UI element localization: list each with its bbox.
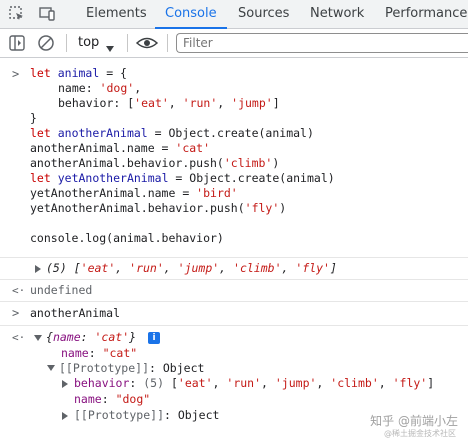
tab-sources[interactable]: Sources: [238, 0, 289, 29]
code-text: = Object.create(animal): [168, 171, 335, 185]
console-log-entry[interactable]: (5) ['eat', 'run', 'jump', 'climb', 'fly…: [0, 258, 468, 280]
string-literal: 'run': [182, 96, 218, 110]
console-result-entry: <· undefined: [0, 280, 468, 302]
console-panel: > let animal = { name: 'dog', behavior: …: [0, 58, 468, 442]
expand-arrow-icon[interactable]: [62, 412, 68, 420]
string-literal: 'fly': [244, 201, 280, 215]
tab-console[interactable]: Console: [155, 0, 227, 29]
result-prompt-icon: <·: [12, 284, 26, 297]
string-literal: 'eat': [134, 96, 169, 110]
collapse-arrow-icon[interactable]: [47, 365, 55, 371]
identifier: anotherAnimal: [57, 126, 148, 140]
code-line: yetAnotherAnimal.behavior.push('fly'): [30, 201, 287, 215]
console-input-entry: > anotherAnimal: [0, 302, 468, 326]
sidebar-toggle-icon[interactable]: [8, 34, 26, 52]
input-prompt-icon: >: [12, 306, 20, 320]
tab-elements[interactable]: Elements: [86, 0, 147, 29]
string-literal: 'cat': [175, 141, 211, 155]
clear-console-icon[interactable]: [37, 34, 55, 52]
input-prompt-icon: >: [12, 67, 20, 81]
collapse-arrow-icon[interactable]: [34, 335, 42, 341]
result-value: undefined: [30, 283, 93, 297]
code-line: }: [30, 111, 37, 125]
property-key: behavior: [58, 96, 114, 110]
code-line: let yetAnotherAnimal = Object.create(ani…: [30, 171, 335, 186]
watermark-sub: @稀土掘金技术社区: [384, 429, 456, 438]
code-line: let anotherAnimal = Object.create(animal…: [30, 126, 314, 141]
filter-input[interactable]: [176, 33, 468, 53]
code-text: anotherAnimal.name =: [30, 141, 176, 155]
code-line: anotherAnimal.behavior.push('climb'): [30, 156, 280, 170]
inspect-element-icon[interactable]: [8, 5, 26, 23]
code-line: console.log(animal.behavior): [30, 231, 224, 245]
code-line: anotherAnimal: [30, 306, 121, 320]
keyword: let: [30, 126, 51, 140]
code-text: yetAnotherAnimal.behavior.push(: [30, 201, 245, 215]
string-literal: 'bird': [196, 186, 238, 200]
chevron-down-icon[interactable]: [105, 38, 115, 57]
object-property: name: "cat": [61, 346, 138, 360]
result-prompt-icon: <·: [12, 331, 26, 344]
device-toolbar-icon[interactable]: [38, 5, 56, 23]
keyword: let: [30, 171, 51, 185]
code-line: anotherAnimal.name = 'cat': [30, 141, 210, 156]
code-text: yetAnotherAnimal.name =: [30, 186, 197, 200]
console-toolbar: top: [0, 29, 468, 58]
code-text: = {: [99, 66, 127, 80]
prototype-node[interactable]: [[Prototype]]: Object: [74, 408, 219, 423]
code-line: let animal = {: [30, 66, 127, 81]
watermark: 知乎 @前端小左: [370, 414, 458, 428]
info-icon[interactable]: i: [148, 332, 160, 344]
prototype-node[interactable]: [[Prototype]]: Object: [59, 361, 204, 376]
expand-arrow-icon[interactable]: [62, 380, 68, 388]
toolbar-divider: [167, 34, 168, 52]
string-literal: 'climb': [223, 156, 273, 170]
array-preview: (5) ['eat', 'run', 'jump', 'climb', 'fly…: [46, 261, 337, 275]
code-text: anotherAnimal.behavior.push(: [30, 156, 224, 170]
object-property: name: "dog": [74, 392, 151, 406]
toolbar-divider: [127, 34, 128, 52]
string-literal: 'jump': [231, 96, 273, 110]
tab-performance[interactable]: Performance: [385, 0, 467, 29]
toolbar-divider: [66, 34, 67, 52]
context-selector[interactable]: top: [78, 35, 99, 50]
identifier: yetAnotherAnimal: [57, 171, 169, 185]
property-key: name: [58, 81, 86, 95]
code-line: behavior: ['eat', 'run', 'jump']: [58, 96, 280, 110]
expand-arrow-icon[interactable]: [35, 265, 41, 273]
identifier: animal: [57, 66, 100, 80]
tab-network[interactable]: Network: [310, 0, 364, 29]
object-summary[interactable]: {name: 'cat'}: [46, 330, 136, 345]
object-property[interactable]: behavior: (5) ['eat', 'run', 'jump', 'cl…: [74, 376, 434, 391]
code-text: = Object.create(animal): [147, 126, 314, 140]
console-input-entry: > let animal = { name: 'dog', behavior: …: [0, 58, 468, 258]
keyword: let: [30, 66, 51, 80]
code-line: yetAnotherAnimal.name = 'bird': [30, 186, 238, 201]
live-expression-eye-icon[interactable]: [135, 34, 159, 52]
devtools-tab-bar: Elements Console Sources Network Perform…: [0, 0, 468, 29]
code-line: name: 'dog',: [58, 81, 142, 95]
string-literal: 'dog': [99, 81, 135, 95]
